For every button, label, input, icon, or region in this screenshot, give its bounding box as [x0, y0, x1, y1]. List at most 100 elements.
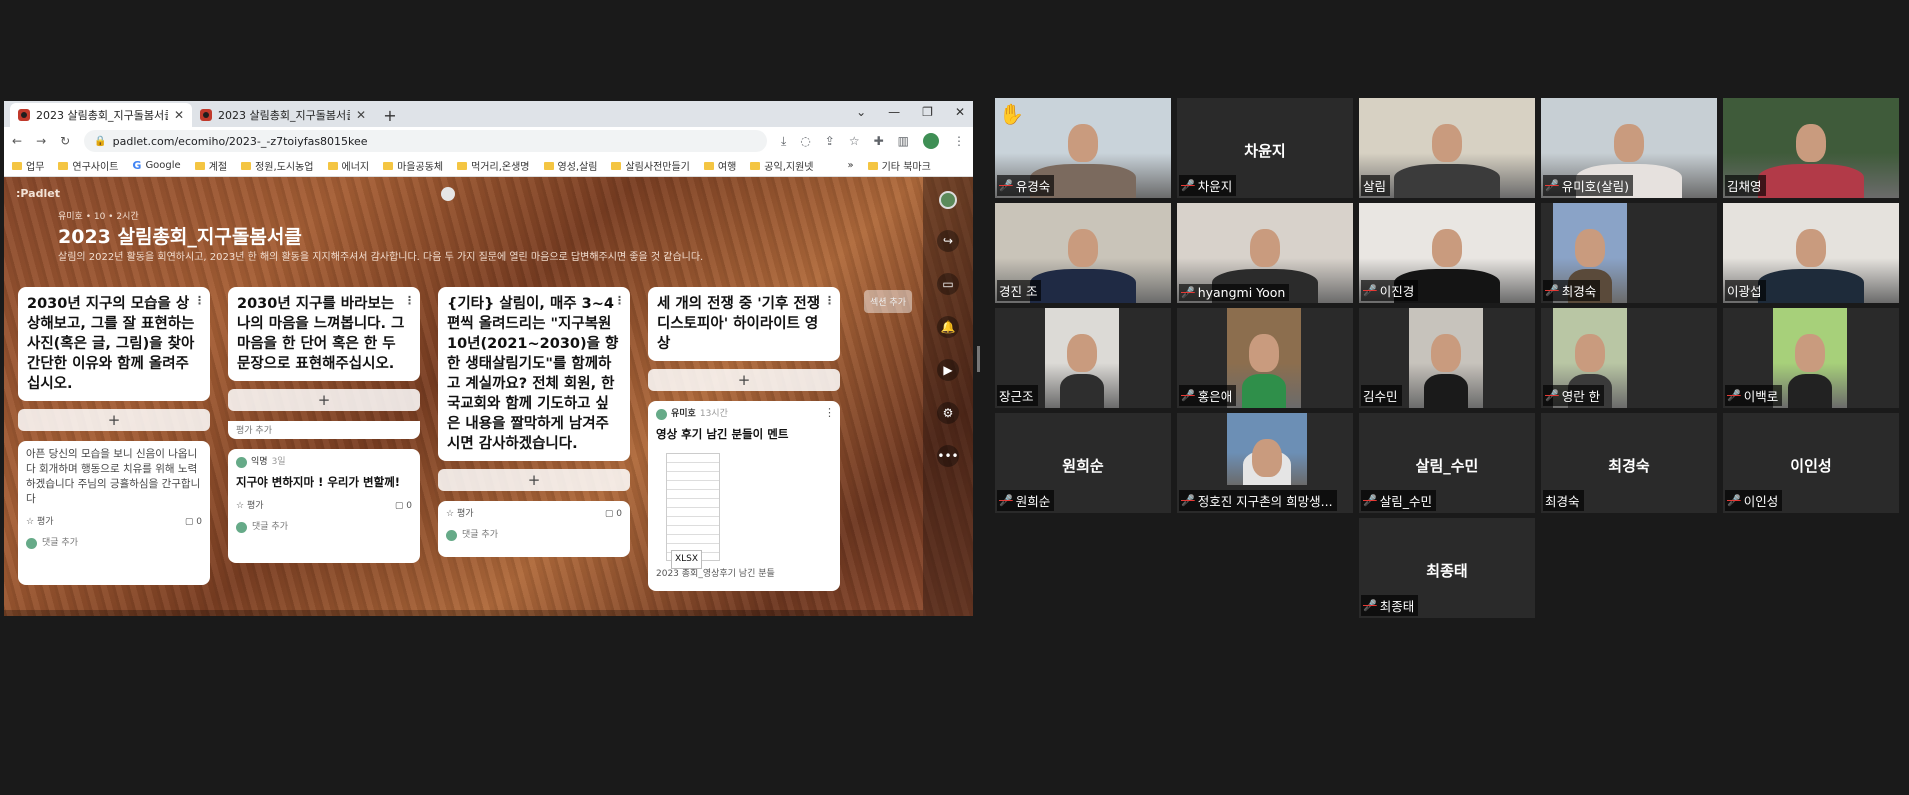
split-drag-handle[interactable]	[977, 346, 980, 372]
post-card[interactable]: 아픈 당신의 모습을 보니 신음이 나옵니다 회개하며 행동으로 치유를 위해 …	[18, 441, 210, 585]
bookmark-item[interactable]: 여행	[703, 158, 736, 173]
comment-count[interactable]: ▢ 0	[185, 515, 202, 530]
section-header-card[interactable]: 2030년 지구의 모습을 상상해보고, 그를 잘 표현하는 사진(혹은 글, …	[18, 287, 210, 401]
participant-tile[interactable]: 🎤 유미호(살림)	[1541, 98, 1717, 198]
rate-button[interactable]: ☆ 평가	[26, 515, 54, 530]
participant-tile[interactable]: 경진 조	[995, 203, 1171, 303]
bookmark-item[interactable]: G Google	[132, 159, 180, 172]
forward-icon[interactable]: →	[36, 134, 46, 148]
install-icon[interactable]: ⤓	[781, 134, 786, 149]
close-tab-icon[interactable]: ✕	[174, 108, 184, 122]
add-comment[interactable]: 댓글 추가	[236, 520, 412, 535]
slideshow-icon[interactable]: ▭	[937, 273, 959, 295]
profile-avatar[interactable]	[923, 133, 939, 149]
tab-search-icon[interactable]: ⌄	[856, 105, 866, 119]
bookmark-item[interactable]: 먹거리,온생명	[457, 158, 530, 173]
more-icon[interactable]: ⋮	[614, 291, 625, 311]
share-icon[interactable]: ↪	[937, 230, 959, 252]
participant-tile[interactable]: 🎤 정호진 지구촌의 희망생...	[1177, 413, 1353, 513]
more-icon[interactable]: ⋮	[824, 291, 835, 311]
add-comment[interactable]: 댓글 추가	[446, 528, 622, 543]
rate-button[interactable]: ☆ 평가	[446, 507, 474, 522]
participant-tile[interactable]: 살림	[1359, 98, 1535, 198]
close-tab-icon[interactable]: ✕	[356, 108, 366, 122]
folder-icon	[383, 161, 394, 170]
sidebar-icon[interactable]: ▥	[898, 134, 909, 148]
participant-tile[interactable]: 🎤 이백로	[1723, 308, 1899, 408]
more-icon[interactable]: ⋮	[824, 405, 835, 420]
play-icon[interactable]: ▶	[937, 359, 959, 381]
eye-off-icon[interactable]: ◌	[800, 134, 810, 148]
participant-name: 원희순	[1015, 494, 1051, 509]
participant-tile[interactable]: 🎤 영란 한	[1541, 308, 1717, 408]
bookmark-item[interactable]: 살림사전만들기	[611, 158, 690, 173]
participant-tile[interactable]: 김채영	[1723, 98, 1899, 198]
minimize-icon[interactable]: —	[888, 105, 900, 119]
url-field[interactable]: 🔒 padlet.com/ecomiho/2023-_-z7toiyfas801…	[84, 130, 767, 152]
close-window-icon[interactable]: ✕	[955, 105, 965, 119]
participant-tile[interactable]: 🎤 최경숙	[1541, 203, 1717, 303]
add-section-button[interactable]: 섹션 추가	[864, 290, 912, 313]
owner-avatar[interactable]	[939, 191, 957, 209]
post-card-partial[interactable]: 평가 추가	[228, 421, 420, 439]
add-post-button[interactable]: +	[228, 389, 420, 411]
participant-tile[interactable]: 이광섭	[1723, 203, 1899, 303]
section-header-card[interactable]: {기타} 살림이, 매주 3~4편씩 올려드리는 "지구복원 10년(2021~…	[438, 287, 630, 461]
post-card[interactable]: 익명 3일 지구야 변하지마 ! 우리가 변할께! ☆ 평가 ▢ 0 댓글 추가	[228, 449, 420, 563]
share-icon[interactable]: ⇪	[825, 134, 835, 148]
section-header-card[interactable]: 2030년 지구를 바라보는 나의 마음을 느껴봅니다. 그 마음을 한 단어 …	[228, 287, 420, 381]
participant-tile[interactable]: 김수민	[1359, 308, 1535, 408]
settings-icon[interactable]: ⚙	[937, 402, 959, 424]
bookmark-item[interactable]: 에너지	[327, 158, 369, 173]
comment-count[interactable]: ▢ 0	[605, 507, 622, 522]
participant-tile[interactable]: 최종태 🎤 최종태	[1359, 518, 1535, 618]
participant-tile[interactable]: 차윤지 🎤 차윤지	[1177, 98, 1353, 198]
attachment-name: 2023 총회_영상후기 남긴 분들	[656, 569, 775, 579]
participant-tile[interactable]: 🎤 hyangmi Yoon	[1177, 203, 1353, 303]
spreadsheet-thumbnail[interactable]: XLSX	[666, 453, 720, 569]
participant-tile[interactable]: 최경숙 최경숙	[1541, 413, 1717, 513]
add-comment[interactable]: 댓글 추가	[26, 536, 202, 551]
participant-tile[interactable]: 살림_수민 🎤 살림_수민	[1359, 413, 1535, 513]
section-header-card[interactable]: 세 개의 전쟁 중 '기후 전쟁 디스토피아' 하이라이트 영상 ⋮	[648, 287, 840, 361]
reload-icon[interactable]: ↻	[60, 134, 70, 148]
star-icon[interactable]: ☆	[849, 134, 860, 148]
participant-tile[interactable]: 장근조	[995, 308, 1171, 408]
padlet-logo[interactable]: :Padlet	[16, 187, 60, 200]
new-tab-button[interactable]: +	[378, 103, 402, 127]
restore-icon[interactable]: ❐	[922, 105, 933, 119]
participant-tile[interactable]: ✋ 🎤 유경숙	[995, 98, 1171, 198]
extensions-icon[interactable]: ✚	[874, 134, 884, 148]
participant-tile[interactable]: 🎤 이진경	[1359, 203, 1535, 303]
browser-tab-1[interactable]: 2023 살림총회_지구돌봄서클 ✕	[10, 103, 192, 127]
add-post-button[interactable]: +	[438, 469, 630, 491]
comment-count[interactable]: ▢ 0	[395, 499, 412, 514]
bookmark-item[interactable]: 기타 북마크	[867, 158, 931, 173]
add-post-button[interactable]: +	[18, 409, 210, 431]
browser-tab-2[interactable]: 2023 살림총회_지구돌봄서클 ✕	[192, 103, 374, 127]
bookmark-item[interactable]: 업무	[12, 158, 44, 173]
viewer-avatar	[441, 187, 455, 201]
notifications-icon[interactable]: 🔔	[937, 316, 959, 338]
post-card[interactable]: ☆ 평가 ▢ 0 댓글 추가	[438, 501, 630, 557]
bookmark-item[interactable]: 계절	[194, 158, 227, 173]
post-card[interactable]: 유미호 13시간 ⋮ 영상 후기 남긴 분들이 멘트 XLSX 2023 총회_…	[648, 401, 840, 591]
back-icon[interactable]: ←	[12, 134, 22, 148]
more-bookmarks-icon[interactable]: »	[847, 160, 853, 171]
bookmark-item[interactable]: 연구사이트	[58, 158, 118, 173]
more-icon[interactable]: ⋮	[404, 291, 415, 311]
bookmark-item[interactable]: 정원,도시농업	[241, 158, 314, 173]
folder-icon	[867, 161, 878, 170]
menu-icon[interactable]: ⋮	[953, 134, 965, 148]
more-icon[interactable]: •••	[937, 445, 959, 467]
rate-button[interactable]: ☆ 평가	[236, 499, 264, 514]
bookmark-item[interactable]: 공익,지원넷	[750, 158, 813, 173]
bookmark-item[interactable]: 영성,살림	[543, 158, 597, 173]
bookmark-item[interactable]: 마을공동체	[383, 158, 443, 173]
participant-tile[interactable]: 원희순 🎤 원희순	[995, 413, 1171, 513]
horizontal-scrollbar[interactable]	[4, 610, 923, 616]
more-icon[interactable]: ⋮	[194, 291, 205, 311]
participant-tile[interactable]: 이인성 🎤 이인성	[1723, 413, 1899, 513]
add-post-button[interactable]: +	[648, 369, 840, 391]
participant-tile[interactable]: 🎤 홍은애	[1177, 308, 1353, 408]
